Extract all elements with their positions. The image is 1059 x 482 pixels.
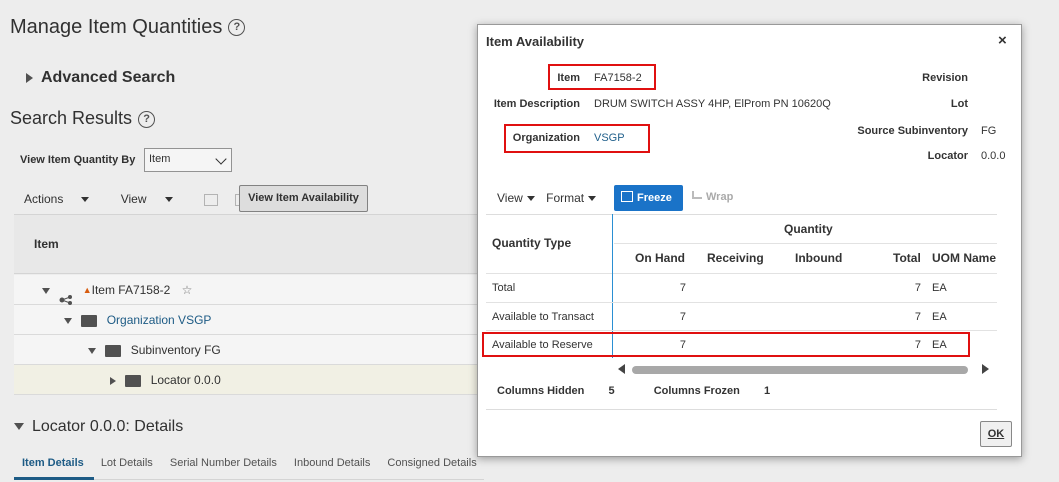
table-toolbar: View Format xyxy=(497,191,604,205)
row-available-to-transact-type: Available to Transact xyxy=(492,311,594,323)
columns-frozen: Columns Frozen 1 xyxy=(653,385,771,397)
wrap-icon xyxy=(692,191,702,199)
source-subinventory-value: FG xyxy=(981,125,997,137)
close-icon[interactable]: × xyxy=(998,32,1007,49)
row-available-to-transact-uom: EA xyxy=(932,311,947,323)
dialog-title: Item Availability xyxy=(486,34,585,49)
horizontal-scrollbar[interactable] xyxy=(618,363,994,375)
lot-label: Lot xyxy=(950,98,968,110)
row-total-uom: EA xyxy=(932,282,947,294)
revision-label: Revision xyxy=(922,72,968,84)
row-total-total: 7 xyxy=(914,282,921,294)
scroll-left-icon[interactable] xyxy=(618,364,625,374)
row-available-to-transact-on-hand: 7 xyxy=(679,311,686,323)
row-available-to-transact-total: 7 xyxy=(914,311,921,323)
column-header-receiving[interactable]: Receiving xyxy=(707,251,764,265)
locator-value: 0.0.0 xyxy=(981,150,1006,162)
wrap-button[interactable]: Wrap xyxy=(692,191,733,203)
column-header-on-hand[interactable]: On Hand xyxy=(635,251,685,265)
row-total-on-hand: 7 xyxy=(679,282,686,294)
table-bottom-border xyxy=(486,409,997,410)
format-menu[interactable]: Format xyxy=(546,191,597,205)
row-divider xyxy=(486,330,997,331)
quantity-group-header: Quantity xyxy=(784,222,833,236)
item-description-value: DRUM SWITCH ASSY 4HP, ElProm PN 10620Q xyxy=(594,98,831,110)
organization-highlight-box xyxy=(504,124,650,153)
column-header-uom-name[interactable]: UOM Name xyxy=(932,251,998,265)
row-total-type: Total xyxy=(492,282,516,294)
reserve-row-highlight-box xyxy=(482,332,970,357)
item-highlight-box xyxy=(548,64,656,90)
freeze-icon xyxy=(621,191,633,202)
item-availability-dialog: Item Availability × Item FA7158-2 Item D… xyxy=(477,24,1022,457)
scroll-right-icon[interactable] xyxy=(982,364,989,374)
table-footer: Columns Hidden 5 Columns Frozen 1 xyxy=(497,385,806,397)
scroll-thumb[interactable] xyxy=(632,366,968,374)
row-divider xyxy=(486,273,997,274)
header-divider xyxy=(614,243,997,244)
ok-button[interactable]: OK xyxy=(980,421,1012,447)
freeze-button[interactable]: Freeze xyxy=(614,185,683,211)
item-description-label: Item Description xyxy=(493,98,580,110)
table-top-border xyxy=(486,214,997,215)
column-header-inbound[interactable]: Inbound xyxy=(795,251,842,265)
column-header-total[interactable]: Total xyxy=(893,251,921,265)
view-menu[interactable]: View xyxy=(497,191,535,205)
source-subinventory-label: Source Subinventory xyxy=(857,125,968,137)
row-divider xyxy=(486,302,997,303)
locator-label: Locator xyxy=(927,150,968,162)
columns-hidden: Columns Hidden 5 xyxy=(497,385,615,397)
quantity-type-header[interactable]: Quantity Type xyxy=(492,236,571,250)
